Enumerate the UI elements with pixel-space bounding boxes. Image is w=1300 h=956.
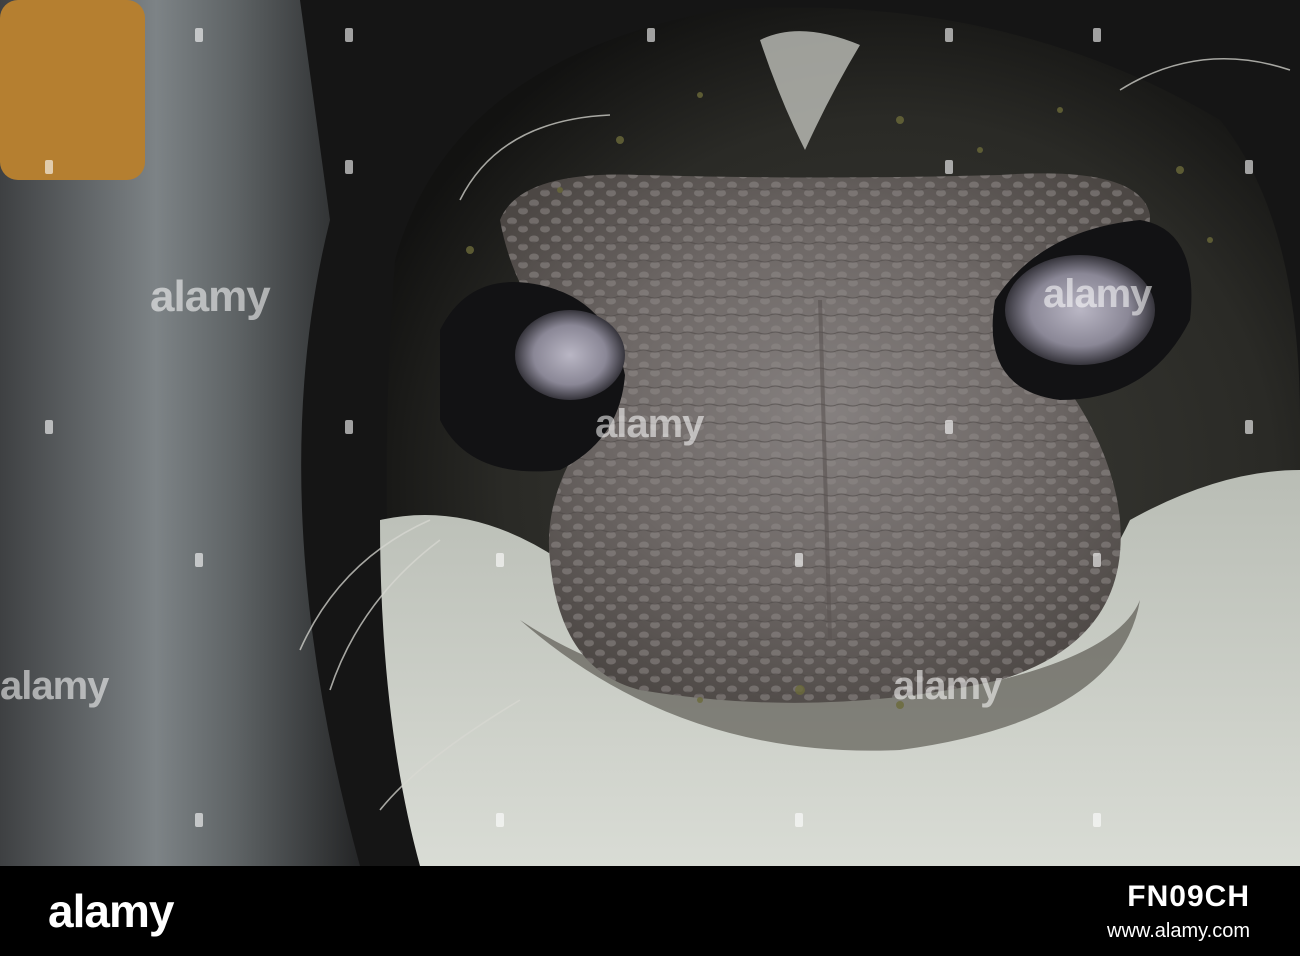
watermark-mark [1093,813,1101,827]
watermark-mark [195,813,203,827]
watermark-mark [195,553,203,567]
footer-bar: alamy FN09CH www.alamy.com [0,866,1300,956]
watermark-mark [945,28,953,42]
watermark-mark [1245,160,1253,174]
watermark-mark [945,420,953,434]
watermark-mark [345,28,353,42]
watermark-mark [1093,28,1101,42]
footer-brand-logo: alamy [48,885,174,937]
watermark-mark [647,28,655,42]
watermark-mark [795,553,803,567]
watermark-mark [345,420,353,434]
watermark-mark [45,420,53,434]
watermark-mark [195,28,203,42]
photo-frame: alamy alamy alamy alamy alamy alamy FN09… [0,0,1300,956]
watermark-mark [1093,553,1101,567]
watermark-mark [945,160,953,174]
watermark-mark [496,553,504,567]
watermark-mark [45,160,53,174]
watermark-mark [795,813,803,827]
watermark-mark [1245,420,1253,434]
footer-url: www.alamy.com [1107,920,1250,942]
footer-image-id: FN09CH [1127,880,1250,913]
watermark-mark [496,813,504,827]
cow-nose-photo [0,0,1300,866]
watermark-mark [345,160,353,174]
